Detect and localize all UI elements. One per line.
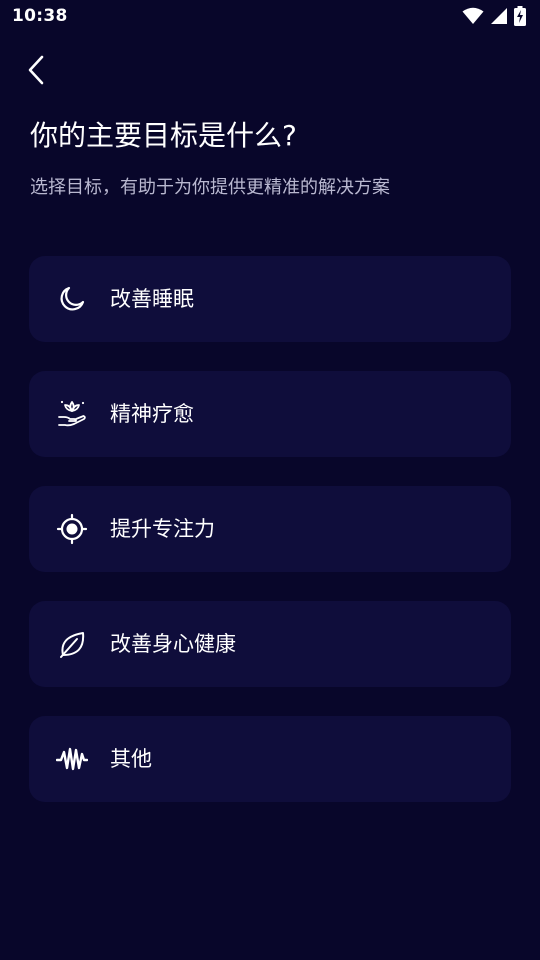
goal-label: 改善睡眠	[110, 287, 194, 311]
target-icon	[56, 513, 88, 545]
status-time: 10:38	[12, 6, 68, 26]
battery-charging-icon	[514, 6, 526, 26]
waveform-icon	[56, 743, 88, 775]
page-subtitle: 选择目标，有助于为你提供更精准的解决方案	[30, 177, 390, 198]
status-icons	[462, 5, 526, 27]
goal-label: 其他	[110, 747, 152, 771]
goal-option-other[interactable]: 其他	[29, 716, 511, 802]
goal-option-wellbeing[interactable]: 改善身心健康	[29, 601, 511, 687]
leaf-icon	[56, 628, 88, 660]
status-bar: 10:38	[0, 0, 540, 34]
wifi-icon	[462, 7, 484, 25]
lotus-hand-icon	[56, 398, 88, 430]
goal-label: 精神疗愈	[110, 402, 194, 426]
moon-icon	[56, 283, 88, 315]
goal-option-focus[interactable]: 提升专注力	[29, 486, 511, 572]
chevron-left-icon	[26, 54, 46, 90]
page-title: 你的主要目标是什么?	[30, 119, 297, 152]
back-button[interactable]	[18, 54, 54, 90]
signal-icon	[490, 7, 508, 25]
goal-label: 提升专注力	[110, 517, 215, 541]
goal-option-sleep[interactable]: 改善睡眠	[29, 256, 511, 342]
goal-label: 改善身心健康	[110, 632, 236, 656]
goal-option-healing[interactable]: 精神疗愈	[29, 371, 511, 457]
goal-list: 改善睡眠 精神疗愈 提升专注力 改善身心健康 其他	[29, 256, 511, 831]
